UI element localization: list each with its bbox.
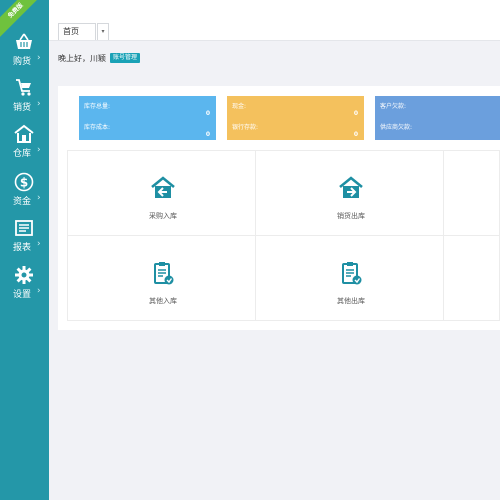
stat-label: 银行存款: — [232, 124, 259, 131]
report-icon — [15, 220, 33, 236]
stat-label: 现金: — [232, 103, 247, 110]
stat-value: 0 — [353, 110, 358, 117]
chevron-right-icon: › — [37, 99, 41, 109]
chevron-right-icon: › — [37, 286, 41, 296]
tab-dropdown-button[interactable]: ▾ — [97, 23, 109, 40]
greeting-text: 晚上好，川颖 — [58, 54, 106, 63]
tile-label: 销货出库 — [337, 212, 365, 220]
sidebar-item-settings[interactable]: 设置 › — [0, 263, 49, 309]
stat-label: 供应商欠款: — [380, 124, 413, 131]
stat-card-funds[interactable]: 现金: 0 银行存款: 0 — [227, 96, 364, 140]
dollar-icon: $ — [14, 172, 34, 192]
top-bar: 首页 ▾ — [49, 0, 500, 41]
stat-label: 库存总量: — [84, 103, 111, 110]
chevron-right-icon: › — [37, 193, 41, 203]
sidebar-item-funds[interactable]: $ 资金 › — [0, 170, 49, 216]
gear-icon — [15, 266, 33, 284]
other-in-icon — [154, 262, 174, 285]
stat-value: 0 — [205, 131, 210, 138]
chevron-right-icon: › — [37, 145, 41, 155]
sidebar-item-purchase[interactable]: 购货 › — [0, 30, 49, 76]
tile-label: 其他出库 — [337, 297, 365, 305]
tile-label: 其他入库 — [149, 297, 177, 305]
sidebar-item-warehouse[interactable]: 仓库 › — [0, 122, 49, 168]
stat-value: 0 — [205, 110, 210, 117]
stat-value: 0 — [353, 131, 358, 138]
other-out-icon — [342, 262, 362, 285]
tile-other-in[interactable]: 其他入库 — [67, 235, 256, 321]
tile-label: 采购入库 — [149, 212, 177, 220]
stat-label: 库存成本: — [84, 124, 111, 131]
sidebar-item-sales[interactable]: 销货 › — [0, 76, 49, 122]
tile-empty — [443, 235, 500, 321]
stat-card-inventory[interactable]: 库存总量: 0 库存成本: 0 — [79, 96, 216, 140]
tile-purchase-in[interactable]: 采购入库 — [67, 150, 256, 236]
tile-sales-out[interactable]: 销货出库 — [255, 150, 444, 236]
chevron-right-icon: › — [37, 239, 41, 249]
stat-label: 客户欠款: — [380, 103, 407, 110]
purchase-in-icon — [151, 176, 175, 198]
tile-other-out[interactable]: 其他出库 — [255, 235, 444, 321]
account-manage-button[interactable]: 账号管理 — [110, 53, 141, 63]
sidebar: 免费版 购货 › 销货 › 仓库 › $ 资金 › 报表 › 设置 › — [0, 0, 49, 500]
tab-home[interactable]: 首页 — [58, 23, 96, 40]
basket-icon — [16, 33, 32, 49]
sidebar-item-reports[interactable]: 报表 › — [0, 216, 49, 262]
svg-text:$: $ — [20, 176, 28, 190]
chevron-right-icon: › — [37, 53, 41, 63]
cart-icon — [16, 79, 31, 96]
warehouse-icon — [14, 124, 34, 143]
stat-card-debts[interactable]: 客户欠款: 供应商欠款: — [375, 96, 500, 140]
sales-out-icon — [339, 176, 363, 198]
tile-empty — [443, 150, 500, 236]
